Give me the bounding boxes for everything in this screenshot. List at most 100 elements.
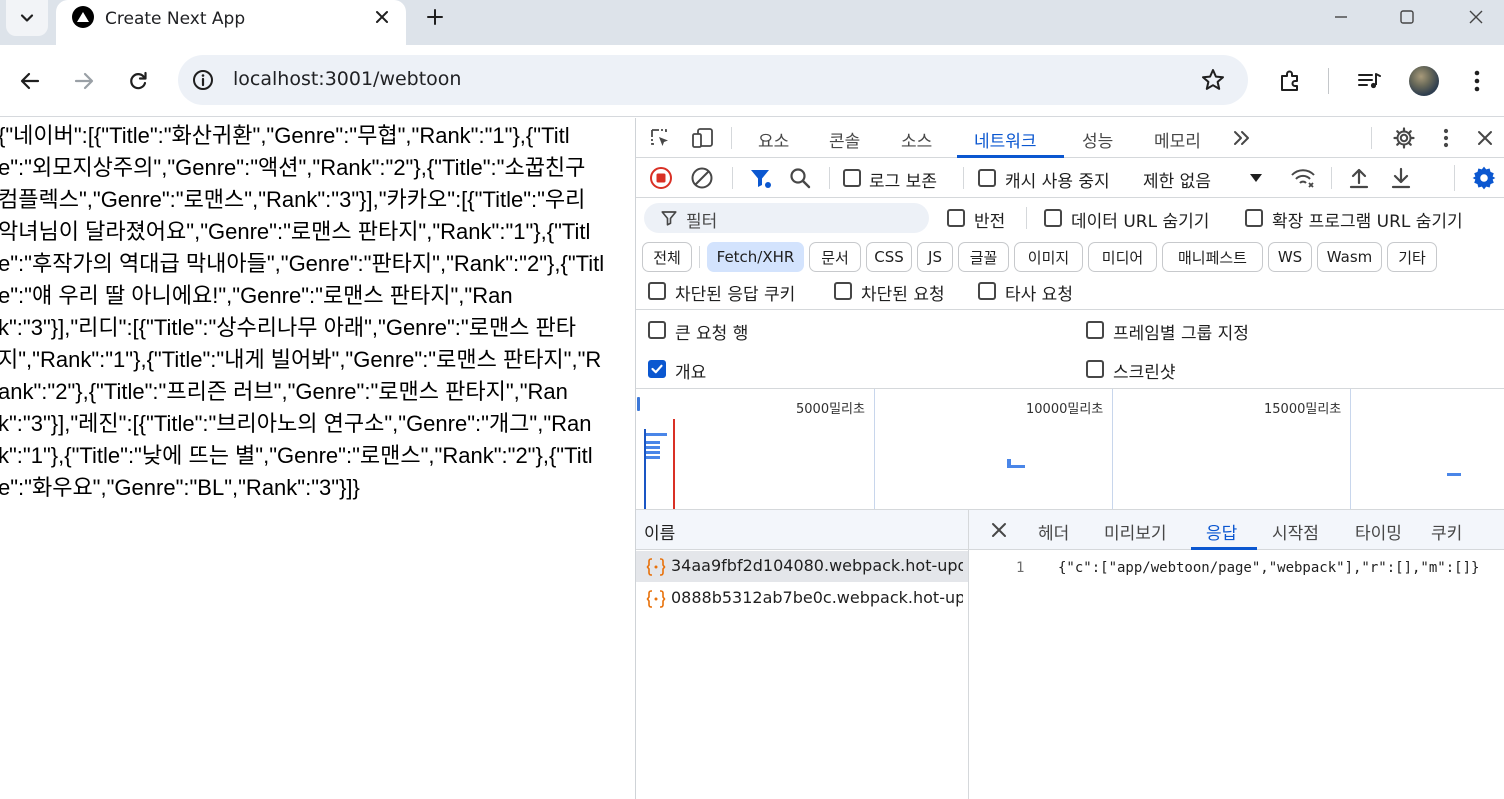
network-conditions-wifi-icon[interactable] <box>1290 165 1316 191</box>
group-by-frame-checkbox[interactable] <box>1086 321 1104 339</box>
tab-close-icon[interactable] <box>371 6 393 28</box>
screenshots-label: 스크린샷 <box>1113 363 1176 383</box>
site-info-icon[interactable] <box>191 68 215 92</box>
third-party-requests-label: 타사 요청 <box>1005 285 1073 305</box>
import-upload-icon[interactable] <box>1346 165 1372 191</box>
blocked-requests-checkbox[interactable] <box>834 282 852 300</box>
name-column-header: 이름 <box>644 524 676 544</box>
minimize-icon[interactable] <box>1326 4 1356 30</box>
chip-wasm[interactable]: Wasm <box>1317 242 1382 272</box>
tab-strip: Create Next App <box>0 0 1504 45</box>
hide-data-urls-checkbox[interactable] <box>1044 209 1062 227</box>
devtools-settings-gear-icon[interactable] <box>1391 125 1417 151</box>
chip-img[interactable]: 이미지 <box>1014 242 1083 272</box>
chip-js[interactable]: JS <box>917 242 953 272</box>
chrome-menu-icon[interactable] <box>1463 67 1491 95</box>
disable-cache-checkbox[interactable] <box>978 169 996 187</box>
chip-all[interactable]: 전체 <box>642 242 692 272</box>
device-toolbar-icon[interactable] <box>690 125 716 151</box>
request-row[interactable]: 34aa9fbf2d104080.webpack.hot-update.json <box>636 551 968 582</box>
devtools-close-icon[interactable] <box>1472 125 1498 151</box>
timeline-tick-label: 5000밀리초 <box>796 402 865 417</box>
timeline-left-handle[interactable] <box>637 397 640 411</box>
tab-sources[interactable]: 소스 <box>901 127 932 152</box>
response-code-line[interactable]: 1 {"c":["app/webtoon/page","webpack"],"r… <box>969 558 1504 582</box>
blocked-response-cookies-checkbox[interactable] <box>648 282 666 300</box>
tab-network[interactable]: 네트워크 <box>974 127 1037 152</box>
request-list-header[interactable]: 이름 <box>636 510 968 550</box>
disable-cache-label: 캐시 사용 중지 <box>1005 172 1110 192</box>
tab-bar-divider <box>1371 127 1372 149</box>
filter-funnel-icon[interactable] <box>747 165 773 191</box>
timeline-gridline <box>874 389 875 509</box>
divider <box>636 197 1504 198</box>
overview-checkbox[interactable] <box>648 360 666 378</box>
preserve-log-checkbox[interactable] <box>843 169 861 187</box>
active-tab-underline <box>957 155 1064 158</box>
forward-arrow-icon[interactable] <box>69 66 99 96</box>
hide-extension-urls-label: 확장 프로그램 URL 숨기기 <box>1272 212 1463 232</box>
toolbar-divider <box>829 167 830 189</box>
screenshots-checkbox[interactable] <box>1086 360 1104 378</box>
timeline-request-bar <box>1009 465 1025 468</box>
chip-doc[interactable]: 문서 <box>809 242 861 272</box>
group-by-frame-label: 프레임별 그룹 지정 <box>1113 324 1249 344</box>
detail-close-icon[interactable] <box>986 517 1012 543</box>
tab-search-button[interactable] <box>6 0 48 36</box>
timeline-tick-label: 15000밀리초 <box>1264 402 1342 417</box>
bookmark-star-icon[interactable] <box>1200 67 1226 93</box>
tab-memory[interactable]: 메모리 <box>1154 127 1201 152</box>
chip-fetch-xhr[interactable]: Fetch/XHR <box>707 242 804 272</box>
timeline-gridline <box>1350 389 1351 509</box>
timeline-request-bar <box>646 441 660 444</box>
window-close-icon[interactable] <box>1461 4 1491 30</box>
network-settings-gear-icon[interactable] <box>1471 165 1497 191</box>
chip-ws[interactable]: WS <box>1268 242 1312 272</box>
chip-other[interactable]: 기타 <box>1387 242 1437 272</box>
tab-response[interactable]: 응답 <box>1206 519 1237 544</box>
dropdown-triangle-icon[interactable] <box>1243 165 1269 191</box>
invert-checkbox[interactable] <box>947 209 965 227</box>
chip-font[interactable]: 글꼴 <box>958 242 1009 272</box>
clear-icon[interactable] <box>689 165 715 191</box>
response-source: {"c":["app/webtoon/page","webpack"],"r":… <box>1058 560 1480 576</box>
divider <box>636 309 1504 310</box>
tab-initiator[interactable]: 시작점 <box>1272 519 1319 544</box>
load-event-line <box>673 419 675 509</box>
chip-manifest[interactable]: 매니페스트 <box>1162 242 1263 272</box>
new-tab-plus-icon[interactable] <box>422 4 448 30</box>
request-name: 0888b5312ab7be0c.webpack.hot-update.json <box>671 588 963 607</box>
search-icon[interactable] <box>787 165 813 191</box>
tab-performance[interactable]: 성능 <box>1082 127 1113 152</box>
tab-elements[interactable]: 요소 <box>758 127 789 152</box>
record-stop-icon[interactable] <box>648 165 674 191</box>
throttling-select[interactable]: 제한 없음 <box>1143 167 1211 192</box>
address-bar[interactable]: localhost:3001/webtoon <box>178 55 1248 105</box>
extensions-puzzle-icon[interactable] <box>1276 67 1304 95</box>
reload-icon[interactable] <box>123 66 153 96</box>
export-download-icon[interactable] <box>1388 165 1414 191</box>
media-controls-icon[interactable] <box>1355 67 1383 95</box>
devtools-menu-icon[interactable] <box>1433 125 1459 151</box>
back-arrow-icon[interactable] <box>15 66 45 96</box>
big-request-rows-checkbox[interactable] <box>648 321 666 339</box>
chip-css[interactable]: CSS <box>866 242 912 272</box>
profile-avatar[interactable] <box>1409 66 1439 96</box>
url-text[interactable]: localhost:3001/webtoon <box>233 68 461 90</box>
inspect-element-icon[interactable] <box>647 125 673 151</box>
tab-bar-divider <box>731 127 732 149</box>
filter-input[interactable]: 필터 <box>644 203 929 233</box>
tab-headers[interactable]: 헤더 <box>1038 519 1069 544</box>
tab-console[interactable]: 콘솔 <box>829 127 860 152</box>
browser-tab[interactable]: Create Next App <box>56 0 406 45</box>
chip-media[interactable]: 미디어 <box>1088 242 1157 272</box>
tab-timing[interactable]: 타이밍 <box>1355 519 1402 544</box>
tab-cookies[interactable]: 쿠키 <box>1431 519 1462 544</box>
more-tabs-chevron-icon[interactable] <box>1229 125 1255 151</box>
third-party-requests-checkbox[interactable] <box>978 282 996 300</box>
network-overview-timeline[interactable]: 5000밀리초 10000밀리초 15000밀리초 <box>636 388 1504 510</box>
maximize-icon[interactable] <box>1392 4 1422 30</box>
tab-preview[interactable]: 미리보기 <box>1104 519 1167 544</box>
hide-extension-urls-checkbox[interactable] <box>1245 209 1263 227</box>
request-row[interactable]: 0888b5312ab7be0c.webpack.hot-update.json <box>636 583 968 614</box>
